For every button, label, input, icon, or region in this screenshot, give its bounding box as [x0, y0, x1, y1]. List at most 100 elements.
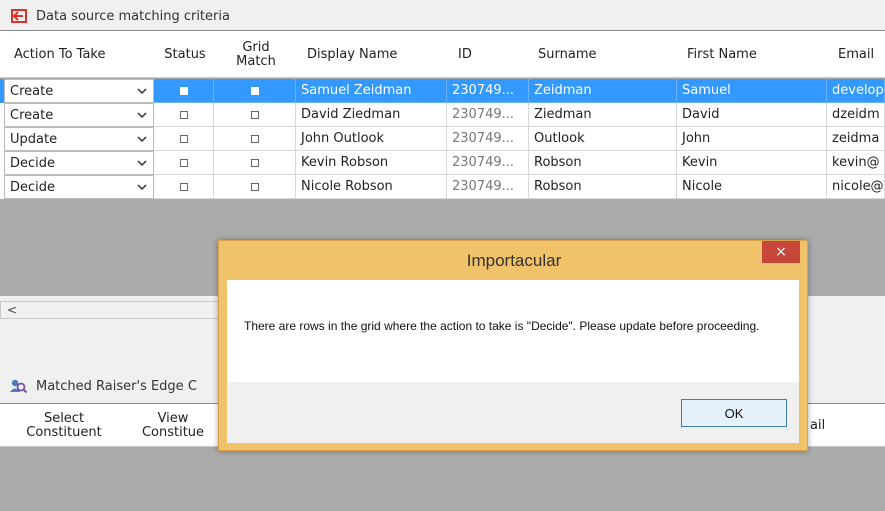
action-dropdown[interactable]: Create: [4, 103, 154, 127]
first-name-cell-text: Kevin: [682, 155, 718, 170]
col-select-constituent[interactable]: Select Constituent: [14, 404, 114, 447]
action-dropdown-text: Create: [10, 107, 54, 123]
grid-match-checkbox[interactable]: [214, 127, 296, 151]
table-row[interactable]: Create Samuel Zeidman 230749... Zeidman Samu…: [0, 79, 885, 103]
col-action[interactable]: Action To Take: [14, 31, 154, 78]
table-row[interactable]: Create David Ziedman 230749... Ziedman David…: [0, 103, 885, 127]
status-checkbox[interactable]: [154, 175, 214, 199]
data-source-title: Data source matching criteria: [36, 8, 230, 24]
action-dropdown[interactable]: Update: [4, 127, 154, 151]
grid-match-checkbox[interactable]: [214, 79, 296, 103]
email-cell-text: nicole@: [832, 179, 884, 194]
email-cell-text: develop: [832, 83, 884, 98]
chevron-down-icon[interactable]: [135, 132, 149, 146]
display-name-cell-text: David Ziedman: [301, 107, 401, 122]
close-icon[interactable]: ×: [762, 241, 800, 263]
importacular-dialog: Importacular × There are rows in the gri…: [218, 240, 808, 451]
grid-match-checkbox[interactable]: [214, 103, 296, 127]
dialog-body: There are rows in the grid where the act…: [227, 280, 799, 443]
status-checkbox[interactable]: [154, 79, 214, 103]
email-cell-text: dzeidm: [832, 107, 880, 122]
email-cell-text: zeidma: [832, 131, 880, 146]
col-email-bottom[interactable]: ail: [810, 404, 880, 447]
status-checkbox[interactable]: [154, 127, 214, 151]
email-cell: dzeidm: [827, 103, 885, 127]
display-name-cell: Samuel Zeidman: [296, 79, 447, 103]
data-source-header: Data source matching criteria: [0, 3, 230, 29]
col-view-constituent[interactable]: View Constitue: [128, 404, 218, 447]
grid-header: Action To Take Status Grid Match Display…: [0, 31, 885, 78]
grid-match-checkbox[interactable]: [214, 175, 296, 199]
surname-cell: Ziedman: [529, 103, 677, 127]
chevron-down-icon[interactable]: [135, 180, 149, 194]
action-dropdown-text: Decide: [10, 155, 56, 171]
matched-re-header: Matched Raiser's Edge C: [0, 373, 197, 399]
col-email[interactable]: Email: [838, 31, 885, 78]
surname-cell: Robson: [529, 151, 677, 175]
checkbox[interactable]: [250, 134, 259, 143]
email-cell: kevin@: [827, 151, 885, 175]
checkbox[interactable]: [179, 86, 188, 95]
col-id[interactable]: ID: [458, 31, 528, 78]
chevron-down-icon[interactable]: [135, 108, 149, 122]
first-name-cell-text: John: [682, 131, 711, 146]
col-grid-match[interactable]: Grid Match: [216, 31, 296, 78]
display-name-cell-text: Kevin Robson: [301, 155, 389, 170]
checkbox[interactable]: [179, 134, 188, 143]
surname-cell: Zeidman: [529, 79, 677, 103]
email-cell-text: kevin@: [832, 155, 880, 170]
id-cell-text: 230749...: [452, 107, 515, 122]
id-cell: 230749...: [447, 151, 529, 175]
grid-match-checkbox[interactable]: [214, 151, 296, 175]
surname-cell-text: Robson: [534, 155, 582, 170]
table-row[interactable]: Update John Outlook 230749... Outlook John ze…: [0, 127, 885, 151]
id-cell-text: 230749...: [452, 179, 515, 194]
first-name-cell: John: [677, 127, 827, 151]
dialog-footer: OK: [227, 382, 799, 443]
id-cell: 230749...: [447, 79, 529, 103]
dialog-message: There are rows in the grid where the act…: [244, 319, 760, 333]
action-dropdown[interactable]: Decide: [4, 175, 154, 199]
dialog-title: Importacular: [466, 251, 562, 270]
checkbox[interactable]: [250, 182, 259, 191]
table-row[interactable]: Decide Nicole Robson 230749... Robson Nicole…: [0, 175, 885, 199]
checkbox[interactable]: [179, 158, 188, 167]
checkbox[interactable]: [250, 86, 259, 95]
id-cell-text: 230749...: [452, 83, 515, 98]
surname-cell-text: Ziedman: [534, 107, 592, 122]
horizontal-scrollbar[interactable]: <: [0, 301, 225, 319]
col-surname[interactable]: Surname: [538, 31, 668, 78]
display-name-cell-text: Samuel Zeidman: [301, 83, 412, 98]
checkbox[interactable]: [250, 110, 259, 119]
table-row[interactable]: Decide Kevin Robson 230749... Robson Kevin ke…: [0, 151, 885, 175]
chevron-down-icon[interactable]: [135, 156, 149, 170]
status-checkbox[interactable]: [154, 103, 214, 127]
chevron-down-icon[interactable]: [135, 84, 149, 98]
surname-cell-text: Robson: [534, 179, 582, 194]
action-dropdown[interactable]: Decide: [4, 151, 154, 175]
people-search-icon: [10, 378, 28, 394]
first-name-cell-text: Nicole: [682, 179, 723, 194]
display-name-cell-text: Nicole Robson: [301, 179, 393, 194]
id-cell-text: 230749...: [452, 155, 515, 170]
id-cell: 230749...: [447, 103, 529, 127]
col-first-name[interactable]: First Name: [687, 31, 817, 78]
scroll-left-icon[interactable]: <: [7, 303, 17, 317]
checkbox[interactable]: [179, 110, 188, 119]
col-status[interactable]: Status: [155, 31, 215, 78]
first-name-cell-text: David: [682, 107, 720, 122]
action-dropdown-text: Update: [10, 131, 58, 147]
email-cell: nicole@: [827, 175, 885, 199]
checkbox[interactable]: [250, 158, 259, 167]
display-name-cell-text: John Outlook: [301, 131, 385, 146]
id-cell: 230749...: [447, 127, 529, 151]
action-dropdown[interactable]: Create: [4, 79, 154, 103]
id-cell: 230749...: [447, 175, 529, 199]
ok-button[interactable]: OK: [681, 399, 787, 427]
checkbox[interactable]: [179, 182, 188, 191]
status-checkbox[interactable]: [154, 151, 214, 175]
first-name-cell-text: Samuel: [682, 83, 731, 98]
action-dropdown-text: Decide: [10, 179, 56, 195]
action-dropdown-text: Create: [10, 83, 54, 99]
col-display-name[interactable]: Display Name: [307, 31, 447, 78]
